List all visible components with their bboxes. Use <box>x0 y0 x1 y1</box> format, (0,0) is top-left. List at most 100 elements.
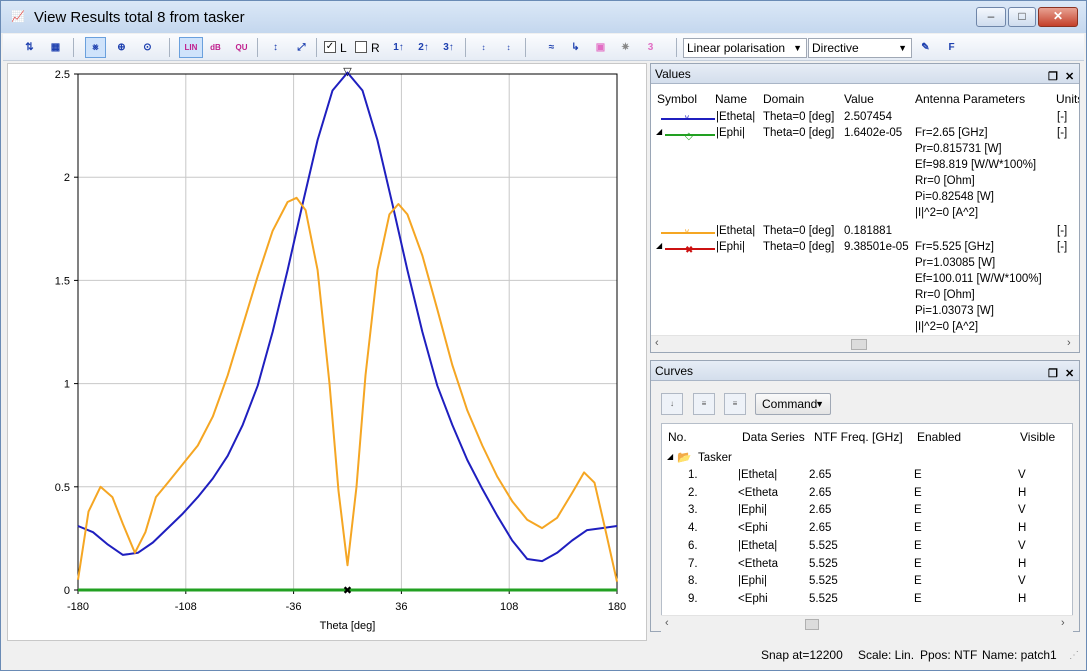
minimize-button[interactable]: – <box>976 7 1006 27</box>
folder-icon: 📂 <box>677 452 692 464</box>
polarisation-select[interactable]: Linear polarisation ▼ <box>683 38 807 58</box>
table-row[interactable]: 7. <Etheta 5.525 E H <box>662 557 1072 575</box>
checkbox-l[interactable]: ✓ <box>324 41 336 53</box>
row-no: 4. <box>688 522 698 535</box>
row-data-series: <Etheta <box>738 486 778 499</box>
marker-3-icon[interactable]: 3↑ <box>438 37 459 58</box>
autoscale-icon[interactable]: ↕ <box>265 37 286 58</box>
maximize-button[interactable]: □ <box>1008 7 1036 27</box>
series-line <box>77 71 618 563</box>
resize-grip-icon[interactable]: ⋰ <box>1069 650 1079 661</box>
smith-chart-icon[interactable]: ⊙ <box>137 37 158 58</box>
table-row[interactable]: 8. |Ephi| 5.525 E V <box>662 574 1072 592</box>
x-tick-label: 180 <box>608 601 626 613</box>
row1-value: 2.507454 <box>844 111 892 123</box>
directivity-select[interactable]: Directive ▼ <box>808 38 912 58</box>
command-button[interactable]: Command ▼ <box>755 393 831 415</box>
expand-icon[interactable]: ◢ <box>656 241 662 250</box>
row4-domain: Theta=0 [deg] <box>763 241 835 253</box>
scroll-left-icon[interactable]: ‹ <box>655 337 659 349</box>
row-data-series: |Ephi| <box>738 575 767 588</box>
table-row[interactable]: 4. <Ephi 2.65 E H <box>662 521 1072 539</box>
zoom-fit-icon[interactable]: ⤢ <box>291 37 312 58</box>
row4-param: Fr=5.525 [GHz] <box>915 241 994 253</box>
table-row[interactable]: 9. <Ephi 5.525 E H <box>662 592 1072 610</box>
scroll-thumb[interactable] <box>851 339 867 350</box>
x-tick-label: -108 <box>175 601 197 613</box>
col-enabled: Enabled <box>917 430 962 444</box>
row4-value: 9.38501e-05 <box>844 241 909 253</box>
close-icon[interactable]: ✕ <box>1065 364 1074 384</box>
title-bar[interactable]: 📈 View Results total 8 from tasker – □ ✕ <box>1 1 1086 33</box>
chart-icon: 📈 <box>11 11 25 23</box>
polarisation-value: Linear polarisation <box>687 41 786 55</box>
sort-icon[interactable]: ⇅ <box>19 37 40 58</box>
table-row[interactable]: 1. |Etheta| 2.65 E V <box>662 468 1072 486</box>
col-ntf-freq: NTF Freq. [GHz] <box>814 430 903 444</box>
row-ntf-freq: 2.65 <box>809 522 832 535</box>
table-row[interactable]: 3. |Ephi| 2.65 E V <box>662 503 1072 521</box>
row-visible: V <box>1018 504 1026 517</box>
line-chart[interactable]: -180 -108 -36 36 108 180 0 0.5 1 1.5 2 2.5 Theta [de… <box>8 64 646 640</box>
col-name: Name <box>715 92 748 106</box>
status-snap: Snap at=12200 <box>761 648 843 662</box>
linear-scale-button[interactable]: LIN <box>179 37 203 58</box>
marker-to-icon[interactable]: ↕ <box>473 37 494 58</box>
curves-horizontal-scrollbar[interactable]: ‹ › <box>661 615 1073 632</box>
results-window: 📈 View Results total 8 from tasker – □ ✕… <box>0 0 1087 671</box>
row-ntf-freq: 5.525 <box>809 557 838 570</box>
curves-list-icon[interactable]: ≡ <box>693 393 715 415</box>
export-icon[interactable]: ↳ <box>565 37 586 58</box>
sort-curves-icon[interactable]: ↓ <box>661 393 683 415</box>
marker-1-icon[interactable]: 1↑ <box>388 37 409 58</box>
x-tick-label: 108 <box>500 601 518 613</box>
directivity-value: Directive <box>812 41 859 55</box>
col-domain: Domain <box>763 92 805 106</box>
3d-view-icon[interactable]: 3 <box>640 37 661 58</box>
chevron-down-icon: ▼ <box>898 43 907 53</box>
close-icon[interactable]: ✕ <box>1065 67 1074 87</box>
row-enabled: E <box>914 504 922 517</box>
row-ntf-freq: 2.65 <box>809 504 832 517</box>
color-map-icon[interactable]: ▣ <box>590 37 611 58</box>
scroll-right-icon[interactable]: › <box>1061 617 1065 629</box>
marker-2-icon[interactable]: 2↑ <box>413 37 434 58</box>
pen-icon[interactable]: ✎ <box>915 37 936 58</box>
pattern-3d-icon[interactable]: ✷ <box>615 37 636 58</box>
tree-group-tasker[interactable]: ◢ 📂 Tasker <box>662 450 1074 468</box>
row4-name: |Ephi| <box>716 241 745 253</box>
table-row[interactable]: 2. <Etheta 2.65 E H <box>662 486 1072 504</box>
float-icon[interactable]: ❐ <box>1048 67 1058 87</box>
row1-units: [-] <box>1057 111 1068 123</box>
qu-scale-button[interactable]: QU <box>231 37 252 58</box>
grid-icon[interactable]: ▦ <box>45 37 66 58</box>
close-button[interactable]: ✕ <box>1038 7 1078 27</box>
row3-units: [-] <box>1057 225 1068 237</box>
table-row[interactable]: 6. |Etheta| 5.525 E V <box>662 539 1072 557</box>
formula-icon[interactable]: F <box>941 37 962 58</box>
y-tick-label: 1.5 <box>55 275 70 287</box>
polar-plot-icon[interactable]: ⊕ <box>111 37 132 58</box>
collapse-icon[interactable]: ◢ <box>667 452 673 461</box>
row-no: 7. <box>688 557 698 570</box>
row-no: 1. <box>688 469 698 481</box>
curves-delete-icon[interactable]: ≡ <box>724 393 746 415</box>
scroll-thumb[interactable] <box>805 619 819 630</box>
expand-icon[interactable]: ◢ <box>656 127 662 136</box>
cartesian-plot-icon[interactable]: ⨳ <box>85 37 106 58</box>
row-ntf-freq: 2.65 <box>809 486 832 499</box>
values-horizontal-scrollbar[interactable]: ‹ › <box>651 335 1079 352</box>
scroll-left-icon[interactable]: ‹ <box>665 617 669 629</box>
row3-name: |Etheta| <box>716 225 756 237</box>
float-icon[interactable]: ❐ <box>1048 364 1058 384</box>
values-table: Symbol Name Domain Value Antenna Paramet… <box>651 85 1079 337</box>
wave-icon[interactable]: ≈ <box>541 37 562 58</box>
db-scale-button[interactable]: dB <box>205 37 226 58</box>
marker-def-icon[interactable]: ↕ <box>498 37 519 58</box>
checkbox-r[interactable] <box>355 41 367 53</box>
row-enabled: E <box>914 522 922 535</box>
scroll-right-icon[interactable]: › <box>1067 337 1071 349</box>
plot-area[interactable]: -180 -108 -36 36 108 180 0 0.5 1 1.5 2 2.5 Theta [de… <box>7 63 647 641</box>
row-data-series: |Ephi| <box>738 504 767 517</box>
row-visible: V <box>1018 469 1026 481</box>
